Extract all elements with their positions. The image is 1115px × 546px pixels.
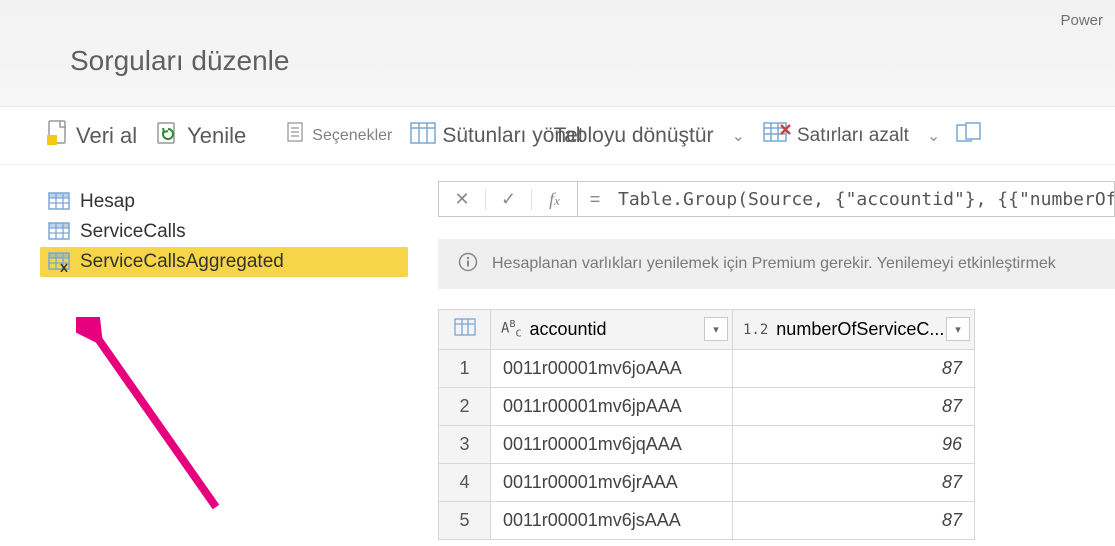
options-icon bbox=[286, 121, 306, 150]
premium-info-text: Hesaplanan varlıkları yenilemek için Pre… bbox=[492, 255, 1056, 273]
chevron-down-icon[interactable]: ⌄ bbox=[726, 126, 751, 146]
cell-numberofservicec[interactable]: 87 bbox=[733, 464, 975, 502]
filter-button[interactable]: ▾ bbox=[946, 317, 970, 341]
formula-eq: = bbox=[578, 189, 612, 210]
cell-numberofservicec[interactable]: 87 bbox=[733, 388, 975, 426]
table-row[interactable]: 40011r00001mv6jrAAA87 bbox=[439, 464, 975, 502]
column-header-accountid[interactable]: ABC accountid ▾ bbox=[491, 310, 733, 350]
column-header-numberofservicec[interactable]: 1.2 numberOfServiceC... ▾ bbox=[733, 310, 975, 350]
table-row[interactable]: 10011r00001mv6joAAA87 bbox=[439, 350, 975, 388]
table-icon bbox=[48, 192, 70, 212]
query-item-servicecallsaggregated[interactable]: ServiceCallsAggregated bbox=[40, 247, 408, 277]
cell-numberofservicec[interactable]: 96 bbox=[733, 426, 975, 464]
cell-numberofservicec[interactable]: 87 bbox=[733, 502, 975, 540]
merge-icon[interactable] bbox=[956, 122, 984, 149]
table-icon bbox=[48, 222, 70, 242]
formula-fx-button[interactable]: fx bbox=[531, 189, 577, 210]
content-area: ✕ ✓ fx = H bbox=[420, 165, 1115, 546]
close-icon: ✕ bbox=[454, 189, 469, 210]
column-name: numberOfServiceC... bbox=[776, 319, 944, 340]
options-button[interactable]: Seçenekler bbox=[280, 117, 398, 154]
fx-icon: fx bbox=[549, 189, 560, 210]
cell-accountid[interactable]: 0011r00001mv6jqAAA bbox=[491, 426, 733, 464]
query-item-hesap[interactable]: Hesap bbox=[40, 187, 408, 217]
reduce-rows-icon bbox=[763, 122, 791, 149]
get-data-label: Veri al bbox=[76, 123, 137, 149]
query-item-label: ServiceCalls bbox=[80, 221, 186, 243]
table-row[interactable]: 50011r00001mv6jsAAA87 bbox=[439, 502, 975, 540]
table-row[interactable]: 20011r00001mv6jpAAA87 bbox=[439, 388, 975, 426]
cell-accountid[interactable]: 0011r00001mv6jrAAA bbox=[491, 464, 733, 502]
get-data-button[interactable]: Veri al bbox=[40, 115, 143, 156]
cell-accountid[interactable]: 0011r00001mv6jpAAA bbox=[491, 388, 733, 426]
title-band: Power Sorguları düzenle bbox=[0, 0, 1115, 107]
formula-bar: ✕ ✓ fx = bbox=[438, 179, 1115, 219]
cell-accountid[interactable]: 0011r00001mv6jsAAA bbox=[491, 502, 733, 540]
chevron-down-icon: ▾ bbox=[955, 323, 961, 336]
query-item-servicecalls[interactable]: ServiceCalls bbox=[40, 217, 408, 247]
column-name: accountid bbox=[530, 319, 607, 340]
query-item-label: ServiceCallsAggregated bbox=[80, 251, 284, 273]
table-columns-icon bbox=[410, 122, 436, 149]
table-row[interactable]: 30011r00001mv6jqAAA96 bbox=[439, 426, 975, 464]
get-data-icon bbox=[46, 119, 70, 152]
row-number: 2 bbox=[439, 388, 491, 426]
row-number: 5 bbox=[439, 502, 491, 540]
reduce-rows-button[interactable]: Satırları azalt bbox=[757, 118, 915, 153]
transform-table-button[interactable]: Tabloyu dönüştür bbox=[548, 120, 720, 152]
refresh-button[interactable]: Yenile bbox=[149, 116, 252, 155]
text-type-icon: ABC bbox=[501, 319, 522, 339]
formula-input[interactable] bbox=[612, 182, 1114, 216]
chevron-down-icon[interactable]: ⌄ bbox=[921, 126, 946, 146]
options-label: Seçenekler bbox=[312, 127, 392, 145]
row-number: 3 bbox=[439, 426, 491, 464]
cell-accountid[interactable]: 0011r00001mv6joAAA bbox=[491, 350, 733, 388]
formula-cancel-button[interactable]: ✕ bbox=[439, 189, 485, 210]
info-icon bbox=[458, 252, 478, 277]
data-table: ABC accountid ▾ 1.2 numberOfServiceC... bbox=[438, 309, 975, 540]
check-icon: ✓ bbox=[501, 189, 516, 210]
row-number: 1 bbox=[439, 350, 491, 388]
refresh-icon bbox=[155, 120, 181, 151]
chevron-down-icon: ▾ bbox=[713, 323, 719, 336]
reduce-rows-label: Satırları azalt bbox=[797, 125, 909, 147]
decimal-type-icon: 1.2 bbox=[743, 322, 768, 338]
filter-button[interactable]: ▾ bbox=[704, 317, 728, 341]
refresh-label: Yenile bbox=[187, 123, 246, 149]
rownum-header[interactable] bbox=[439, 310, 491, 350]
queries-sidebar: Hesap ServiceCalls ServiceCallsAggregated bbox=[0, 165, 420, 546]
row-number: 4 bbox=[439, 464, 491, 502]
query-item-label: Hesap bbox=[80, 191, 135, 213]
table-icon bbox=[48, 252, 70, 272]
formula-commit-button[interactable]: ✓ bbox=[485, 189, 531, 210]
cell-numberofservicec[interactable]: 87 bbox=[733, 350, 975, 388]
app-brand: Power bbox=[1060, 12, 1103, 29]
page-title: Sorguları düzenle bbox=[70, 45, 289, 77]
premium-info-banner: Hesaplanan varlıkları yenilemek için Pre… bbox=[438, 239, 1115, 289]
transform-table-label: Tabloyu dönüştür bbox=[554, 124, 714, 148]
toolbar: Veri al Yenile Seçenekler bbox=[0, 107, 1115, 165]
